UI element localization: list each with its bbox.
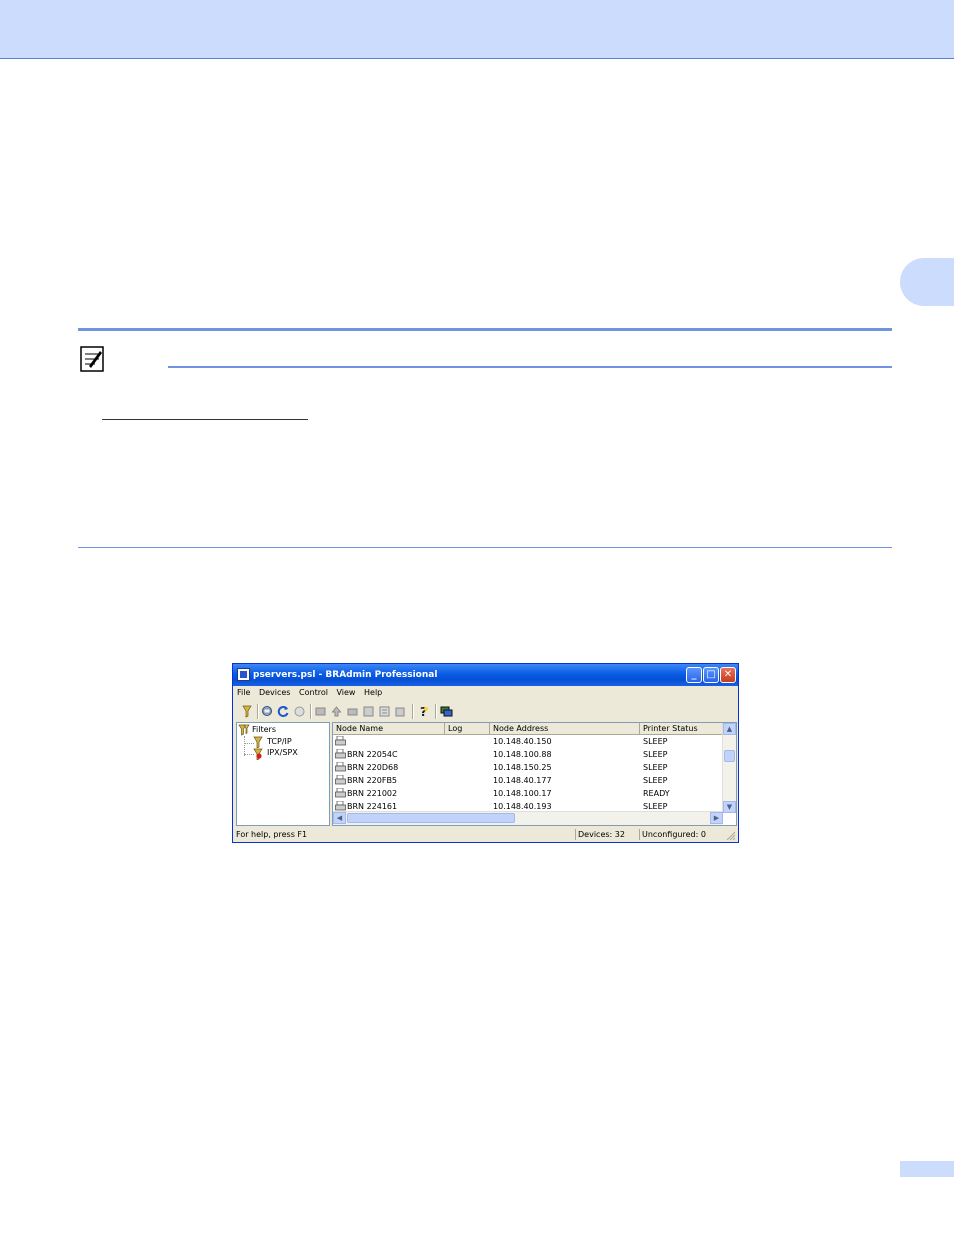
filter-tree: Filters TCP/IP IPX/SPX	[236, 722, 330, 826]
status-unconfigured-count: Unconfigured: 0	[639, 829, 706, 840]
row-node-name: BRN 220FB5	[347, 776, 398, 785]
note-top-rule	[78, 328, 892, 331]
stop-icon[interactable]	[293, 705, 306, 718]
status-help-text: For help, press F1	[236, 830, 308, 839]
column-header-node-address[interactable]: Node Address	[490, 723, 640, 735]
printer-icon	[335, 801, 346, 811]
chapter-side-tab	[900, 258, 954, 306]
row-node-address: 10.148.40.177	[493, 776, 552, 785]
search-devices-icon[interactable]	[261, 705, 274, 718]
scroll-right-icon[interactable]: ▶	[710, 812, 723, 824]
ipxspx-filter-icon	[253, 748, 263, 760]
row-node-address: 10.148.40.193	[493, 802, 552, 811]
network-icon[interactable]	[440, 705, 453, 718]
export-icon[interactable]	[394, 705, 407, 718]
printer-icon	[335, 736, 346, 746]
close-button[interactable]: ✕	[720, 667, 736, 683]
upgrade-icon[interactable]	[330, 705, 343, 718]
filters-icon	[238, 724, 250, 736]
minimize-button[interactable]: _	[686, 667, 702, 683]
filter-icon[interactable]	[241, 705, 254, 718]
scroll-down-icon[interactable]: ▼	[723, 801, 736, 813]
maximize-button[interactable]: □	[703, 667, 719, 683]
menu-bar: File Devices Control View Help	[237, 688, 388, 700]
menu-devices[interactable]: Devices	[259, 688, 291, 697]
toolbar: ?	[237, 703, 737, 721]
row-node-name: BRN 221002	[347, 789, 398, 798]
row-printer-status: SLEEP	[643, 802, 668, 811]
hyperlink-underline[interactable]	[102, 419, 308, 420]
row-printer-status: SLEEP	[643, 750, 668, 759]
vertical-scrollbar[interactable]: ▲ ▼	[722, 723, 736, 813]
resize-grip-icon[interactable]	[725, 830, 736, 841]
row-node-name: BRN 22054C	[347, 750, 398, 759]
row-node-name: BRN 224161	[347, 802, 398, 811]
tree-item-ipxspx[interactable]: IPX/SPX	[267, 748, 298, 757]
status-bar: For help, press F1 Devices: 32 Unconfigu…	[233, 828, 738, 842]
row-printer-status: READY	[643, 789, 670, 798]
scroll-left-icon[interactable]: ◀	[333, 812, 346, 824]
refresh-icon[interactable]	[277, 705, 290, 718]
table-row[interactable]: 10.148.40.150 SLEEP	[333, 736, 723, 748]
status-devices-count: Devices: 32	[575, 829, 625, 840]
note-heading-rule	[168, 366, 892, 368]
note-icon	[80, 346, 104, 372]
reset-icon[interactable]	[346, 705, 359, 718]
menu-help[interactable]: Help	[364, 688, 382, 697]
printer-icon	[335, 788, 346, 798]
window-title: pservers.psl - BRAdmin Professional	[253, 670, 438, 680]
vertical-scroll-thumb[interactable]	[724, 750, 735, 762]
help-icon[interactable]: ?	[417, 705, 430, 718]
window-titlebar[interactable]: pservers.psl - BRAdmin Professional _ □ …	[233, 664, 738, 686]
page-header-band	[0, 0, 954, 59]
configure-icon[interactable]	[314, 705, 327, 718]
svg-text:?: ?	[420, 705, 427, 718]
table-row[interactable]: BRN 220FB5 10.148.40.177 SLEEP	[333, 775, 723, 787]
row-printer-status: SLEEP	[643, 776, 668, 785]
column-header-log[interactable]: Log	[445, 723, 490, 735]
tree-root-filters[interactable]: Filters	[252, 725, 276, 734]
row-node-address: 10.148.150.25	[493, 763, 552, 772]
column-header-printer-status[interactable]: Printer Status	[640, 723, 724, 735]
menu-file[interactable]: File	[237, 688, 250, 697]
app-icon	[237, 668, 250, 681]
printer-icon	[335, 749, 346, 759]
menu-view[interactable]: View	[336, 688, 355, 697]
menu-control[interactable]: Control	[299, 688, 328, 697]
note-bottom-rule	[78, 547, 892, 548]
scroll-up-icon[interactable]: ▲	[723, 723, 736, 735]
table-row[interactable]: BRN 220D68 10.148.150.25 SLEEP	[333, 762, 723, 774]
row-printer-status: SLEEP	[643, 763, 668, 772]
load-icon[interactable]	[362, 705, 375, 718]
page-number-tab	[900, 1161, 954, 1177]
properties-icon[interactable]	[378, 705, 391, 718]
horizontal-scrollbar[interactable]: ◀ ▶	[333, 811, 723, 825]
row-printer-status: SLEEP	[643, 737, 668, 746]
printer-icon	[335, 775, 346, 785]
table-row[interactable]: BRN 221002 10.148.100.17 READY	[333, 788, 723, 800]
row-node-address: 10.148.40.150	[493, 737, 552, 746]
row-node-name: BRN 220D68	[347, 763, 399, 772]
bradmin-window: pservers.psl - BRAdmin Professional _ □ …	[232, 663, 739, 843]
device-list: Node Name Log Node Address Printer Statu…	[332, 722, 737, 826]
tcpip-filter-icon	[253, 736, 263, 748]
tree-item-tcpip[interactable]: TCP/IP	[267, 737, 292, 746]
row-node-address: 10.148.100.17	[493, 789, 552, 798]
horizontal-scroll-thumb[interactable]	[347, 813, 515, 823]
printer-icon	[335, 762, 346, 772]
table-row[interactable]: BRN 22054C 10.148.100.88 SLEEP	[333, 749, 723, 761]
column-header-node-name[interactable]: Node Name	[333, 723, 445, 735]
row-node-address: 10.148.100.88	[493, 750, 552, 759]
